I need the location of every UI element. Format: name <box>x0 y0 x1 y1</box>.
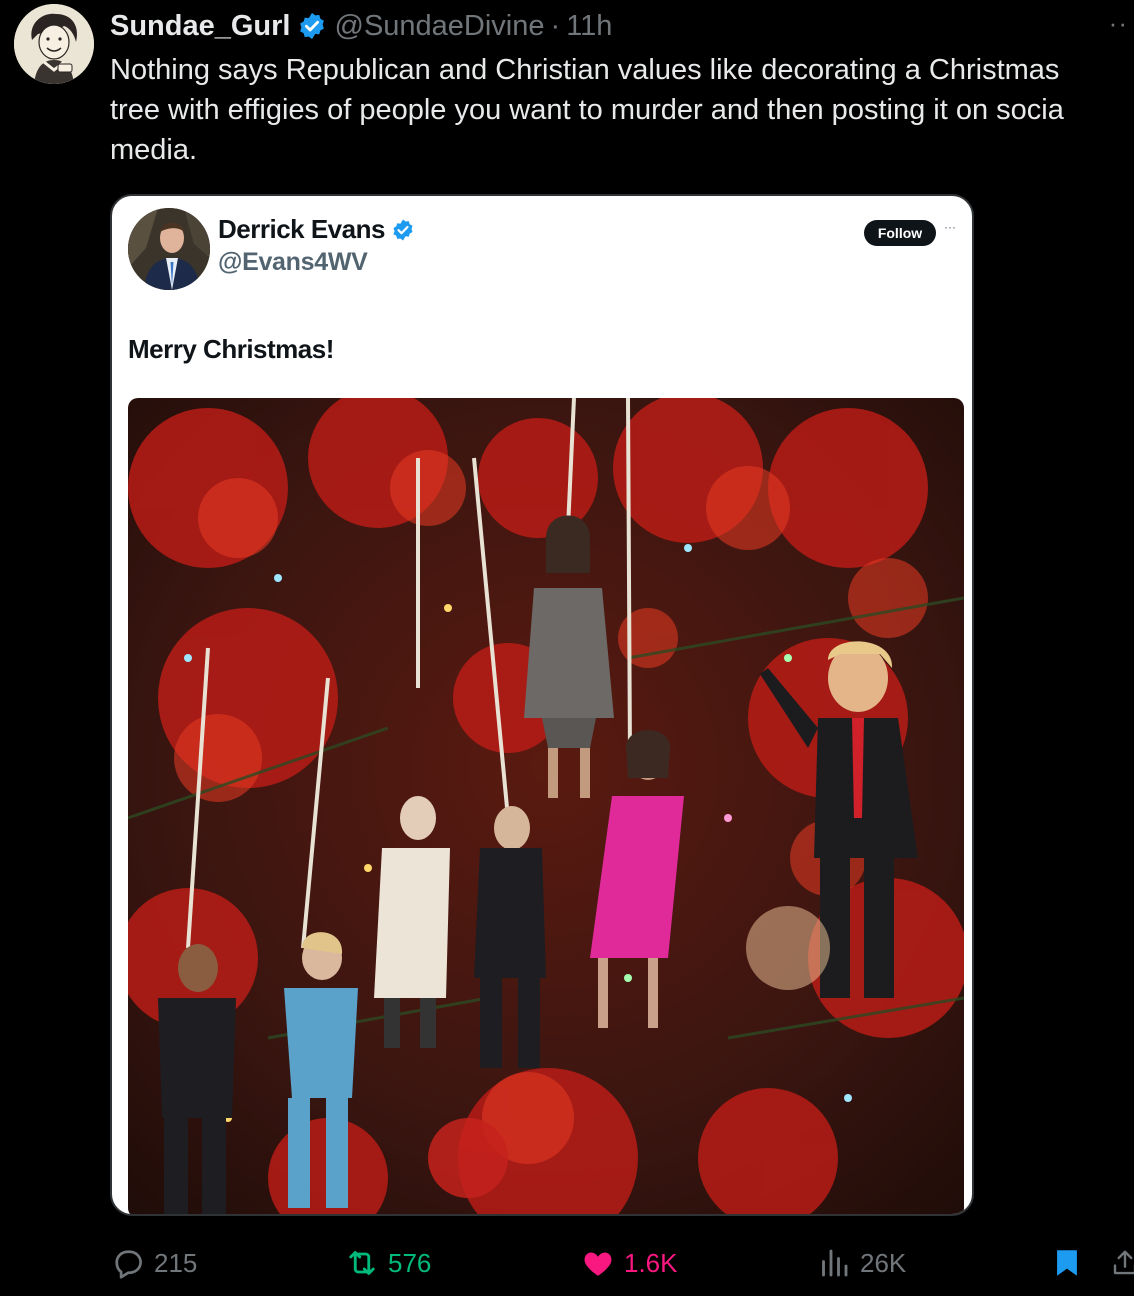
verified-badge-icon <box>393 219 413 240</box>
quoted-post-card[interactable]: Derrick Evans @Evans4WV Follow ··· Merry… <box>110 194 974 1216</box>
more-options-icon[interactable]: ·· <box>1109 8 1128 39</box>
quoted-author-handle[interactable]: @Evans4WV <box>218 248 368 277</box>
verified-badge-icon <box>299 12 324 40</box>
christmas-tree-figurines-image <box>128 398 964 1214</box>
header-separator: · <box>550 10 561 42</box>
repost-icon <box>349 1251 375 1275</box>
heart-icon <box>584 1252 612 1276</box>
share-button[interactable] <box>1110 1238 1134 1288</box>
quoted-author-display-name[interactable]: Derrick Evans <box>218 214 385 245</box>
vintage-woman-avatar-image <box>14 4 94 84</box>
author-avatar[interactable] <box>14 4 94 84</box>
reply-icon <box>115 1250 142 1279</box>
reply-button[interactable]: 215 <box>110 1238 197 1288</box>
post-action-bar: 215 576 1.6K 26K <box>0 1238 1134 1288</box>
bookmark-icon <box>1057 1250 1077 1276</box>
quoted-post-text: Merry Christmas! <box>128 334 334 364</box>
man-in-suit-avatar-image <box>128 208 210 290</box>
share-icon <box>1113 1250 1134 1275</box>
author-display-name[interactable]: Sundae_Gurl <box>110 6 291 46</box>
views-count: 26K <box>860 1247 907 1278</box>
views-button[interactable]: 26K <box>816 1238 906 1288</box>
quoted-post-image[interactable] <box>128 398 964 1214</box>
author-handle[interactable]: @SundaeDivine <box>335 6 545 46</box>
post-header: Sundae_Gurl @SundaeDivine · 11h <box>110 6 612 46</box>
post-timestamp[interactable]: 11h <box>566 6 612 46</box>
quoted-author-name-row: Derrick Evans <box>218 214 415 245</box>
reply-count: 215 <box>154 1247 198 1278</box>
post-text: Nothing says Republican and Christian va… <box>110 54 1064 166</box>
like-button[interactable]: 1.6K <box>580 1238 678 1288</box>
bookmark-button[interactable] <box>1050 1238 1092 1288</box>
views-icon <box>822 1249 848 1277</box>
quoted-author-avatar[interactable] <box>128 208 210 290</box>
repost-count: 576 <box>388 1247 432 1278</box>
follow-button[interactable]: Follow <box>864 220 936 246</box>
quoted-more-options-icon[interactable]: ··· <box>944 220 956 234</box>
like-count: 1.6K <box>624 1247 678 1278</box>
repost-button[interactable]: 576 <box>344 1238 431 1288</box>
